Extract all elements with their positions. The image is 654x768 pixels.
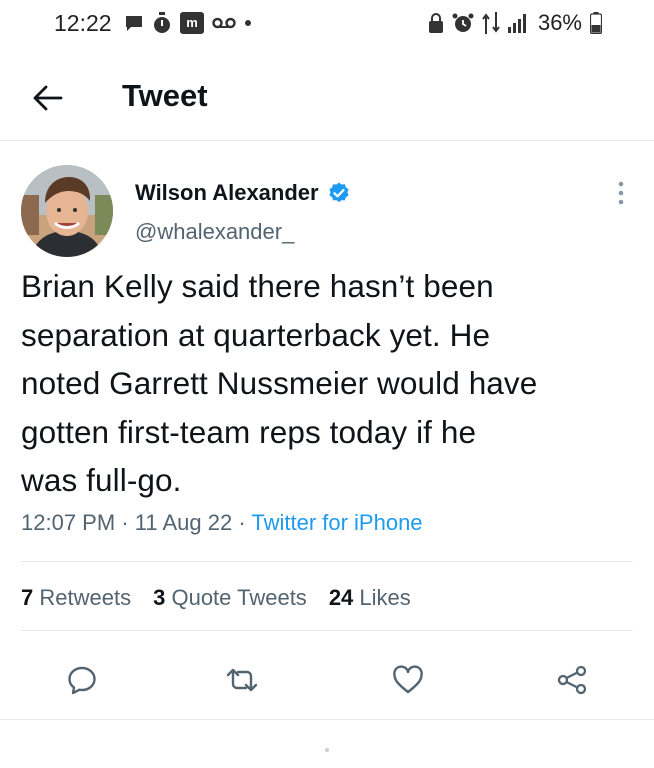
tweet-text-line: gotten first-team reps today if he [21, 413, 477, 450]
quotes-label: Quote Tweets [171, 585, 307, 610]
likes-label: Likes [359, 585, 411, 610]
author-name-row: Wilson Alexander [135, 180, 351, 206]
reply-button[interactable] [57, 655, 107, 705]
timer-icon [154, 12, 170, 33]
tweet-source-link[interactable]: Twitter for iPhone [251, 510, 422, 535]
meta-separator: · [115, 510, 135, 535]
divider [0, 719, 654, 720]
like-button[interactable] [383, 655, 433, 705]
back-button[interactable] [28, 78, 68, 118]
author-handle[interactable]: @whalexander_ [135, 219, 294, 245]
signal-icon [507, 14, 526, 33]
likes-stat[interactable]: 24 Likes [329, 585, 411, 611]
battery-icon [590, 12, 602, 34]
retweet-icon [226, 668, 258, 692]
avatar-photo [21, 165, 113, 257]
share-icon [557, 665, 587, 695]
alarm-icon [452, 13, 474, 32]
chat-bubble-icon [126, 16, 142, 31]
tweet-text-line: was full-go. [21, 462, 182, 498]
status-bar: 12:22 m 36% [0, 0, 654, 50]
meta-separator: · [232, 510, 252, 535]
reply-icon [68, 666, 96, 695]
back-arrow-icon [33, 85, 63, 111]
tweet-text-line: separation at quarterback yet. He [21, 316, 491, 353]
tweet-stats: 7 Retweets 3 Quote Tweets 24 Likes [21, 585, 411, 611]
verified-badge-icon [328, 182, 349, 203]
tweet-text: Brian Kelly said there hasn’t been separ… [21, 262, 641, 505]
avatar[interactable] [21, 165, 113, 257]
retweet-button[interactable] [217, 655, 267, 705]
status-time: 12:22 [54, 10, 112, 36]
dot-icon [245, 20, 251, 26]
lock-icon [428, 13, 443, 33]
svg-text:m: m [186, 15, 198, 30]
tweet-meta: 12:07 PM · 11 Aug 22 · Twitter for iPhon… [21, 510, 423, 536]
more-vertical-icon [618, 181, 624, 205]
tweet-text-line: noted Garrett Nussmeier would have [21, 365, 538, 401]
tweet-actions [0, 655, 654, 705]
likes-count: 24 [328, 585, 354, 610]
retweets-label: Retweets [39, 585, 132, 610]
tweet-time: 12:07 PM [21, 510, 116, 535]
page-title: Tweet [122, 78, 208, 113]
retweets-count: 7 [21, 585, 34, 610]
scroll-indicator [325, 748, 329, 752]
status-left-icons: m [124, 12, 252, 34]
quote-tweets-stat[interactable]: 3 Quote Tweets [153, 585, 307, 611]
tweet-date[interactable]: 11 Aug 22 [135, 510, 232, 535]
voicemail-icon [212, 17, 236, 29]
m-app-icon: m [180, 12, 204, 34]
data-icon [482, 12, 500, 34]
quotes-count: 3 [153, 585, 166, 610]
divider [21, 561, 633, 562]
author-name[interactable]: Wilson Alexander [135, 180, 319, 206]
app-bar: Tweet [0, 56, 654, 141]
divider [21, 630, 633, 631]
tweet-text-line: Brian Kelly said there hasn’t been [21, 268, 494, 304]
share-button[interactable] [547, 655, 597, 705]
status-right-icons: 36% [428, 10, 602, 36]
more-options-button[interactable] [606, 176, 636, 210]
battery-percent: 36% [537, 10, 582, 35]
like-icon [393, 665, 423, 694]
retweets-stat[interactable]: 7 Retweets [21, 585, 131, 611]
